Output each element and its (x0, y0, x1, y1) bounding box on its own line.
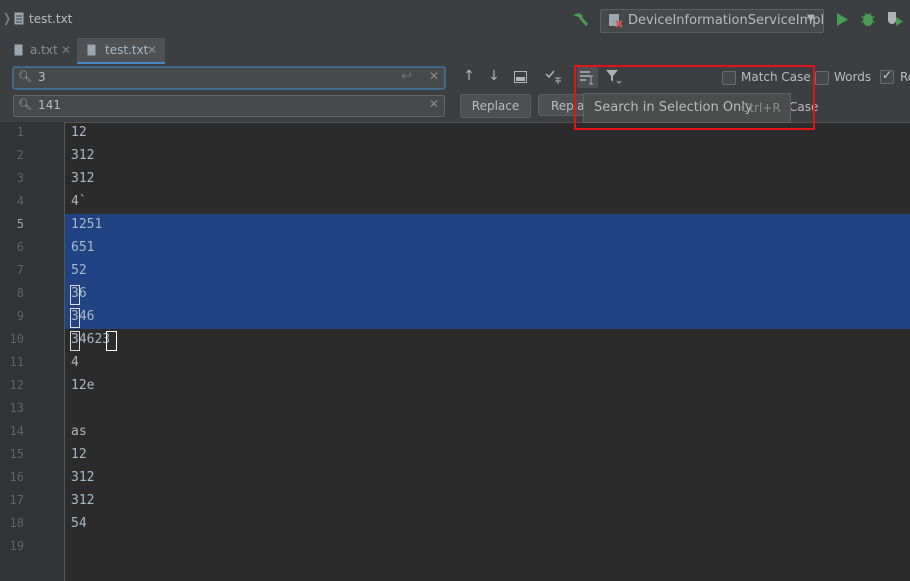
code-line[interactable]: 12 (71, 125, 87, 140)
replace-value: 141 (38, 98, 61, 112)
editor-content[interactable]: 12 312 312 4` 1251 651 52 36 346 34623 4 12e as 12 312… (0, 122, 910, 581)
close-icon[interactable]: ✕ (147, 38, 157, 62)
select-all-occurrences-icon[interactable] (514, 71, 527, 83)
new-line-icon[interactable]: ↩ (401, 69, 412, 84)
code-line[interactable]: 312 (71, 171, 94, 186)
text-file-icon (14, 44, 23, 56)
search-icon[interactable]: 🔍︎ (18, 70, 32, 83)
tab-test-txt[interactable]: test.txt ✕ (77, 38, 165, 64)
code-line[interactable]: 52 (71, 263, 87, 278)
code-line[interactable]: 4 (71, 355, 79, 370)
filter-search-results-icon[interactable] (545, 69, 563, 85)
clear-replace-icon[interactable]: ✕ (429, 97, 439, 111)
text-file-icon (14, 12, 24, 25)
search-match-highlight (70, 308, 80, 328)
run-icon[interactable] (836, 13, 848, 26)
tab-label: a.txt (30, 43, 58, 57)
close-icon[interactable]: ✕ (61, 38, 71, 62)
breadcrumb-file[interactable]: test.txt (29, 12, 72, 26)
regex-checkbox[interactable]: ✓ (880, 68, 894, 84)
code-line[interactable]: 54 (71, 516, 87, 531)
code-line[interactable]: 312 (71, 148, 94, 163)
editor-tabs: a.txt ✕ test.txt ✕ (0, 38, 910, 65)
clear-search-icon[interactable]: ✕ (429, 69, 439, 83)
previous-occurrence-arrow-up-icon[interactable]: ↑ (462, 68, 476, 84)
tab-a-txt[interactable]: a.txt ✕ (8, 38, 76, 64)
highlight-box (574, 65, 815, 130)
words-checkbox[interactable] (815, 71, 829, 85)
text-file-icon (87, 44, 96, 56)
search-input[interactable]: 🔍︎ 3 ↩ ✕ (13, 67, 445, 89)
replace-input[interactable]: 🔍︎ 141 ✕ (13, 95, 445, 117)
search-icon: 🔍︎ (18, 98, 32, 111)
next-occurrence-arrow-down-icon[interactable]: ↓ (487, 68, 501, 84)
run-config-dropdown[interactable]: DeviceInformationServiceImpl ▼ (600, 9, 824, 33)
replace-button[interactable]: Replace (460, 94, 531, 118)
code-line[interactable]: 312 (71, 493, 94, 508)
debug-bug-icon[interactable] (860, 11, 876, 27)
search-value: 3 (38, 70, 46, 84)
code-line[interactable]: 312 (71, 470, 94, 485)
back-arrow-icon[interactable]: ❭ (2, 11, 12, 25)
search-match-highlight (70, 331, 80, 351)
run-config-error-icon (609, 14, 623, 28)
search-match-highlight (70, 285, 80, 305)
code-line[interactable]: 4` (71, 194, 87, 209)
title-bar: ❭ test.txt DeviceInformationServiceImpl … (0, 0, 910, 39)
code-line[interactable]: 12 (71, 447, 87, 462)
caret-match-highlight (106, 331, 117, 351)
words-label: Words (834, 70, 872, 84)
run-config-label: DeviceInformationServiceImpl (628, 13, 825, 28)
run-with-coverage-icon[interactable] (886, 11, 904, 27)
regex-label: Re (900, 70, 910, 84)
build-hammer-icon[interactable] (571, 11, 589, 27)
check-icon: ✓ (882, 68, 893, 82)
code-line[interactable]: as (71, 424, 87, 439)
code-line[interactable]: 651 (71, 240, 94, 255)
code-line[interactable]: 12e (71, 378, 94, 393)
tab-label: test.txt (105, 43, 149, 57)
chevron-down-icon: ▼ (807, 13, 815, 24)
code-line[interactable]: 1251 (71, 217, 102, 232)
